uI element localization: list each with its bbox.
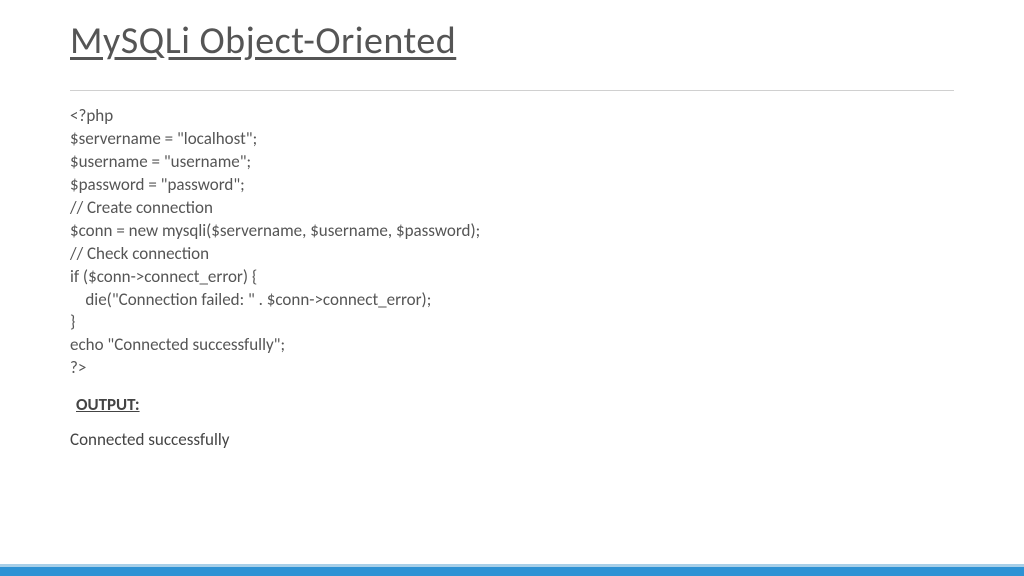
footer-accent-bar [0,564,1024,576]
output-label: OUTPUT: [76,394,954,415]
output-text: Connected successfully [70,429,954,450]
divider [70,90,954,91]
slide-content: MySQLi Object-Oriented <?php $servername… [0,0,1024,450]
page-title: MySQLi Object-Oriented [70,18,954,64]
code-block: <?php $servername = "localhost"; $userna… [70,105,570,380]
